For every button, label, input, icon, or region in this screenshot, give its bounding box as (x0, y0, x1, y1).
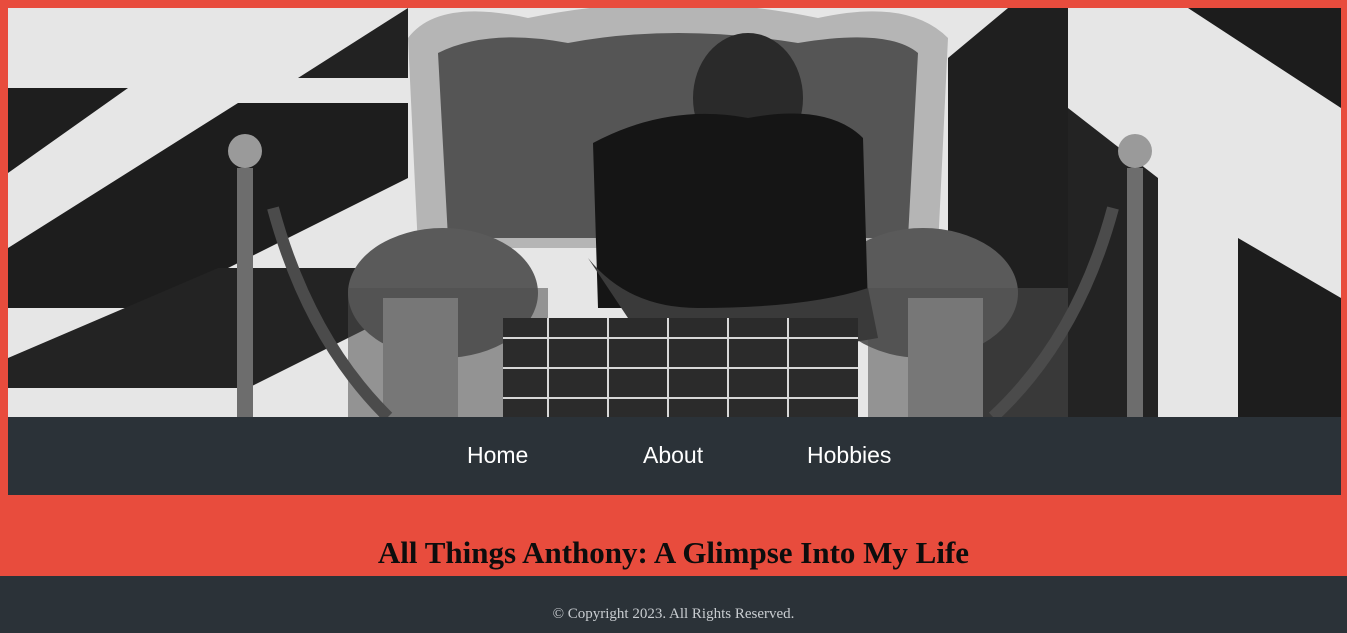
nav-link-home[interactable]: Home (467, 441, 528, 469)
hero-image (8, 8, 1341, 417)
copyright-text: © Copyright 2023. All Rights Reserved. (552, 606, 795, 622)
nav-link-about[interactable]: About (643, 441, 703, 469)
nav-link-hobbies[interactable]: Hobbies (807, 441, 891, 469)
footer: © Copyright 2023. All Rights Reserved. (0, 576, 1347, 633)
main-nav: Home About Hobbies (8, 417, 1341, 495)
page-title: All Things Anthony: A Glimpse Into My Li… (377, 535, 970, 570)
